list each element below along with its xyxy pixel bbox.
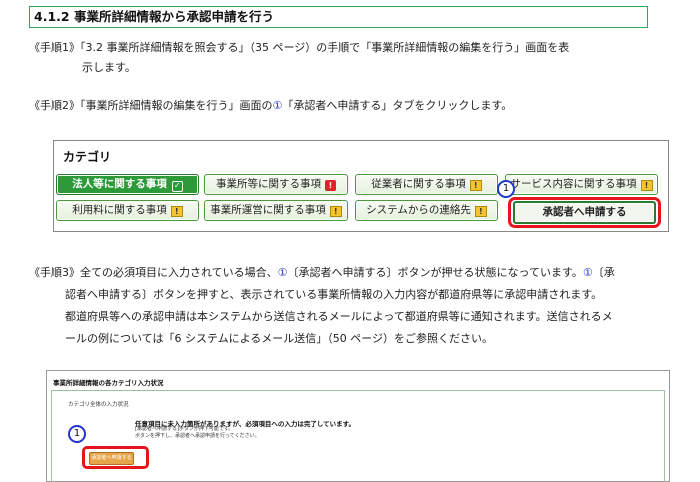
screenshot-subtitle: カテゴリ全体の入力状況 (68, 402, 129, 408)
step-3-label: 《手順3》 (29, 266, 80, 279)
step-1-line-2: 示します。 (82, 61, 136, 74)
warning-icon: ! (329, 206, 342, 217)
tab-label: 事業所等に関する事項 (216, 178, 321, 190)
tab-corporation[interactable]: 法人等に関する事項 ✓ (56, 174, 199, 195)
tab-label: 従業者に関する事項 (371, 178, 466, 190)
warning-icon: ! (474, 206, 487, 217)
highlight-frame (508, 197, 661, 228)
tab-label: システムからの連絡先 (366, 204, 471, 216)
tab-label: 利用料に関する事項 (72, 204, 167, 216)
step-3-line-3: 都道府県等への承認申請は本システムから送信されるメールによって都道府県等に通知さ… (65, 310, 613, 323)
step-2: 《手順2》「事業所詳細情報の編集を行う」画面の①「承認者へ申請する」タブをクリッ… (29, 96, 669, 116)
step-1: 《手順1》「3.2 事業所詳細情報を照会する」（35 ページ）の手順で「事業所詳… (29, 38, 659, 78)
step-2-post: 「承認者へ申請する」タブをクリックします。 (282, 99, 513, 112)
step-1-line-1: 「3.2 事業所詳細情報を照会する」（35 ページ）の手順で「事業所詳細情報の編… (80, 41, 570, 54)
step-3: 《手順3》全ての必須項目に入力されている場合、①〔承認者へ申請する〕ボタンが押せ… (29, 262, 674, 350)
step-2-label: 《手順2》 (29, 99, 80, 112)
step-3-line-4: ールの例については「6 システムによるメール送信」（50 ページ）をご参照くださ… (65, 332, 494, 345)
tab-contact[interactable]: システムからの連絡先! (355, 200, 498, 221)
check-icon: ✓ (171, 181, 183, 192)
tab-label: サービス内容に関する事項 (510, 178, 637, 190)
alert-icon: ! (325, 180, 336, 191)
screenshot-note: [承認者へ申請する]ボタンが押下可能です。 ボタンを押下し、承認者へ承認申請を行… (135, 426, 260, 440)
tab-service[interactable]: サービス内容に関する事項! (505, 174, 658, 195)
step-3-seg-1: 全ての必須項目に入力されている場合、 (80, 266, 278, 279)
screenshot-note-line-2: ボタンを押下し、承認者へ承認申請を行ってください。 (135, 433, 260, 439)
tab-office[interactable]: 事業所等に関する事項! (204, 174, 348, 195)
warning-icon: ! (170, 206, 183, 217)
tab-label: 事業所運営に関する事項 (210, 204, 326, 216)
category-title: カテゴリ (63, 150, 112, 164)
marker-circle: 1 (68, 425, 86, 443)
step-3-seg-3: 〔承 (592, 266, 615, 279)
section-title: 4.1.2 事業所詳細情報から承認申請を行う (29, 6, 648, 28)
screenshot-note-line-1: [承認者へ申請する]ボタンが押下可能です。 (135, 426, 234, 432)
screenshot-title: 事業所詳細情報の各カテゴリ入力状況 (53, 379, 164, 387)
marker-circle: 1 (497, 180, 515, 198)
warning-icon: ! (640, 180, 653, 191)
warning-icon: ! (469, 180, 482, 191)
tab-label: 法人等に関する事項 (72, 178, 167, 190)
step-3-number-2: ① (582, 266, 593, 279)
step-3-line-2: 認者へ申請する〕ボタンを押すと、表示されている事業所情報の入力内容が都道府県等に… (65, 288, 603, 301)
tab-fees[interactable]: 利用料に関する事項! (56, 200, 199, 221)
step-3-number-1: ① (277, 266, 288, 279)
step-3-seg-2: 〔承認者へ申請する〕ボタンが押せる状態になっています。 (287, 266, 583, 279)
tab-staff[interactable]: 従業者に関する事項! (355, 174, 498, 195)
step-2-pre: 「事業所詳細情報の編集を行う」画面の (80, 99, 273, 112)
step-1-label: 《手順1》 (29, 41, 80, 54)
tab-operations[interactable]: 事業所運営に関する事項! (204, 200, 348, 221)
highlight-frame (82, 446, 149, 469)
step-2-number: ① (272, 99, 283, 112)
